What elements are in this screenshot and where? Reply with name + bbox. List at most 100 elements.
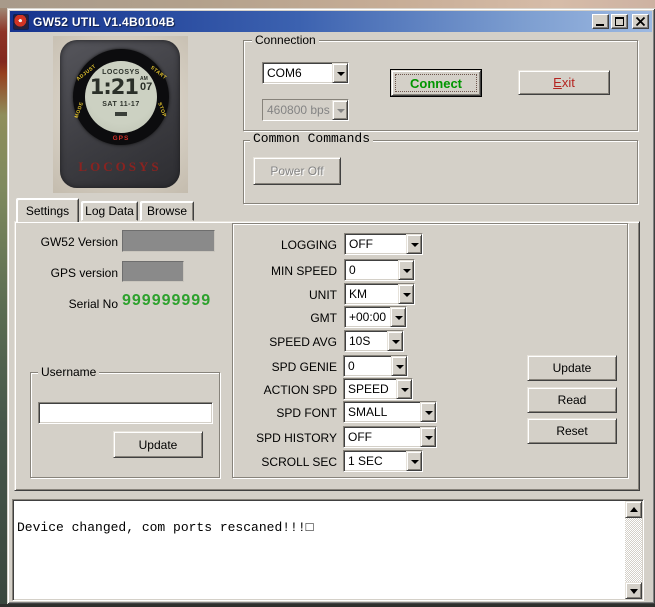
watch-lcd: LOCOSYS 1:21 AM 07 SAT 11-17 [85, 61, 157, 133]
log-scrollbar[interactable] [625, 501, 642, 599]
unit-select[interactable]: KM [344, 283, 415, 305]
chevron-down-icon [337, 72, 345, 76]
setting-label-spd-font: SPD FONT [240, 406, 337, 420]
power-off-button-label: Power Off [270, 164, 323, 178]
log-output[interactable]: Device changed, com ports rescaned!!!□ [12, 499, 644, 601]
chevron-down-icon [401, 388, 409, 392]
reset-button-label: Reset [556, 424, 587, 438]
read-button[interactable]: Read [527, 387, 617, 413]
scroll-sec-select[interactable]: 1 SEC [343, 450, 423, 472]
com-port-value: COM6 [263, 63, 332, 83]
chevron-down-icon [425, 436, 433, 440]
username-group [30, 372, 220, 478]
gmt-dropdown-arrow[interactable] [390, 307, 406, 327]
setting-label-scroll-sec: SCROLL SEC [240, 455, 337, 469]
com-port-select[interactable]: COM6 [262, 62, 349, 84]
tab-log-data[interactable]: Log Data [81, 201, 138, 221]
spd-history-select[interactable]: OFF [343, 426, 437, 448]
minimize-button[interactable] [592, 14, 609, 29]
exit-button-label: Exit [553, 75, 575, 90]
min-speed-select[interactable]: 0 [344, 259, 415, 281]
gw52-version-label: GW52 Version [24, 235, 118, 249]
connection-group-label: Connection [252, 34, 319, 46]
gmt-value: +00:00 [345, 307, 390, 327]
app-icon [13, 14, 29, 30]
speed-avg-value: 10S [345, 331, 387, 351]
spd-genie-value: 0 [344, 356, 391, 376]
action-spd-value: SPEED [344, 379, 396, 399]
bezel-label-mode: MODE [74, 101, 85, 119]
setting-label-speed-avg: SPEED AVG [240, 335, 337, 349]
bezel-label-gps: GPS [73, 135, 169, 142]
lcd-seconds: 07 [140, 82, 152, 93]
min-speed-dropdown-arrow[interactable] [398, 260, 414, 280]
speed-avg-dropdown-arrow[interactable] [387, 331, 403, 351]
baud-rate-select: 460800 bps [262, 99, 349, 121]
exit-button[interactable]: Exit [518, 70, 610, 95]
power-off-button[interactable]: Power Off [253, 157, 341, 185]
gps-version-label: GPS version [24, 266, 118, 280]
chevron-down-icon [403, 293, 411, 297]
scroll-sec-dropdown-arrow[interactable] [406, 451, 422, 471]
gmt-select[interactable]: +00:00 [344, 306, 407, 328]
chevron-down-icon [395, 316, 403, 320]
lcd-time: 1:21 [90, 77, 138, 98]
close-icon [635, 16, 646, 27]
spd-history-value: OFF [344, 427, 420, 447]
baud-rate-dropdown-arrow [332, 100, 348, 120]
titlebar[interactable]: GW52 UTIL V1.4B0104B [10, 11, 652, 32]
speed-avg-select[interactable]: 10S [344, 330, 404, 352]
username-input[interactable] [38, 402, 213, 424]
username-update-button[interactable]: Update [113, 431, 203, 458]
spd-font-select[interactable]: SMALL [343, 401, 437, 423]
scroll-down-button[interactable] [625, 582, 642, 599]
setting-label-unit: UNIT [240, 288, 337, 302]
setting-label-min-speed: MIN SPEED [240, 264, 337, 278]
action-spd-dropdown-arrow[interactable] [396, 379, 412, 399]
gps-watch: ADJUST START MODE STOP GPS LOCOSYS 1:21 … [60, 40, 180, 188]
connect-button[interactable]: Connect [390, 69, 482, 97]
maximize-button[interactable] [611, 14, 628, 29]
reset-button[interactable]: Reset [527, 418, 617, 444]
connect-button-label: Connect [410, 76, 462, 91]
lcd-battery-icon [115, 112, 127, 116]
desktop-background-left [0, 8, 7, 604]
logging-select[interactable]: OFF [344, 233, 423, 255]
com-port-dropdown-arrow[interactable] [332, 63, 348, 83]
bezel-label-stop: STOP [157, 102, 168, 119]
chevron-down-icon [411, 243, 419, 247]
setting-label-logging: LOGGING [240, 238, 337, 252]
setting-label-spd-history: SPD HISTORY [240, 431, 337, 445]
desktop-background-top [0, 0, 655, 8]
setting-label-gmt: GMT [240, 311, 337, 325]
unit-dropdown-arrow[interactable] [398, 284, 414, 304]
logging-value: OFF [345, 234, 406, 254]
setting-label-action-spd: ACTION SPD [240, 383, 337, 397]
chevron-down-icon [403, 269, 411, 273]
log-text: Device changed, com ports rescaned!!!□ [17, 520, 621, 535]
maximize-icon [615, 17, 624, 26]
scroll-up-icon [630, 507, 638, 512]
watch-bezel: ADJUST START MODE STOP GPS LOCOSYS 1:21 … [73, 49, 169, 145]
spd-genie-dropdown-arrow[interactable] [391, 356, 407, 376]
device-photo: ADJUST START MODE STOP GPS LOCOSYS 1:21 … [53, 36, 188, 193]
lcd-date: SAT 11-17 [85, 101, 157, 108]
gps-version-field [122, 261, 184, 282]
spd-genie-select[interactable]: 0 [343, 355, 408, 377]
update-button-label: Update [553, 361, 592, 375]
window-title: GW52 UTIL V1.4B0104B [33, 15, 592, 29]
tab-browse[interactable]: Browse [140, 201, 194, 221]
spd-history-dropdown-arrow[interactable] [420, 427, 436, 447]
scroll-up-button[interactable] [625, 501, 642, 518]
tab-browse-label: Browse [147, 204, 187, 218]
logging-dropdown-arrow[interactable] [406, 234, 422, 254]
close-button[interactable] [632, 14, 649, 29]
serial-no-label: Serial No [24, 297, 118, 311]
action-spd-select[interactable]: SPEED [343, 378, 413, 400]
spd-font-value: SMALL [344, 402, 420, 422]
setting-label-spd-genie: SPD GENIE [240, 360, 337, 374]
update-button[interactable]: Update [527, 355, 617, 381]
spd-font-dropdown-arrow[interactable] [420, 402, 436, 422]
tab-settings[interactable]: Settings [16, 198, 79, 222]
username-group-label: Username [38, 366, 99, 378]
